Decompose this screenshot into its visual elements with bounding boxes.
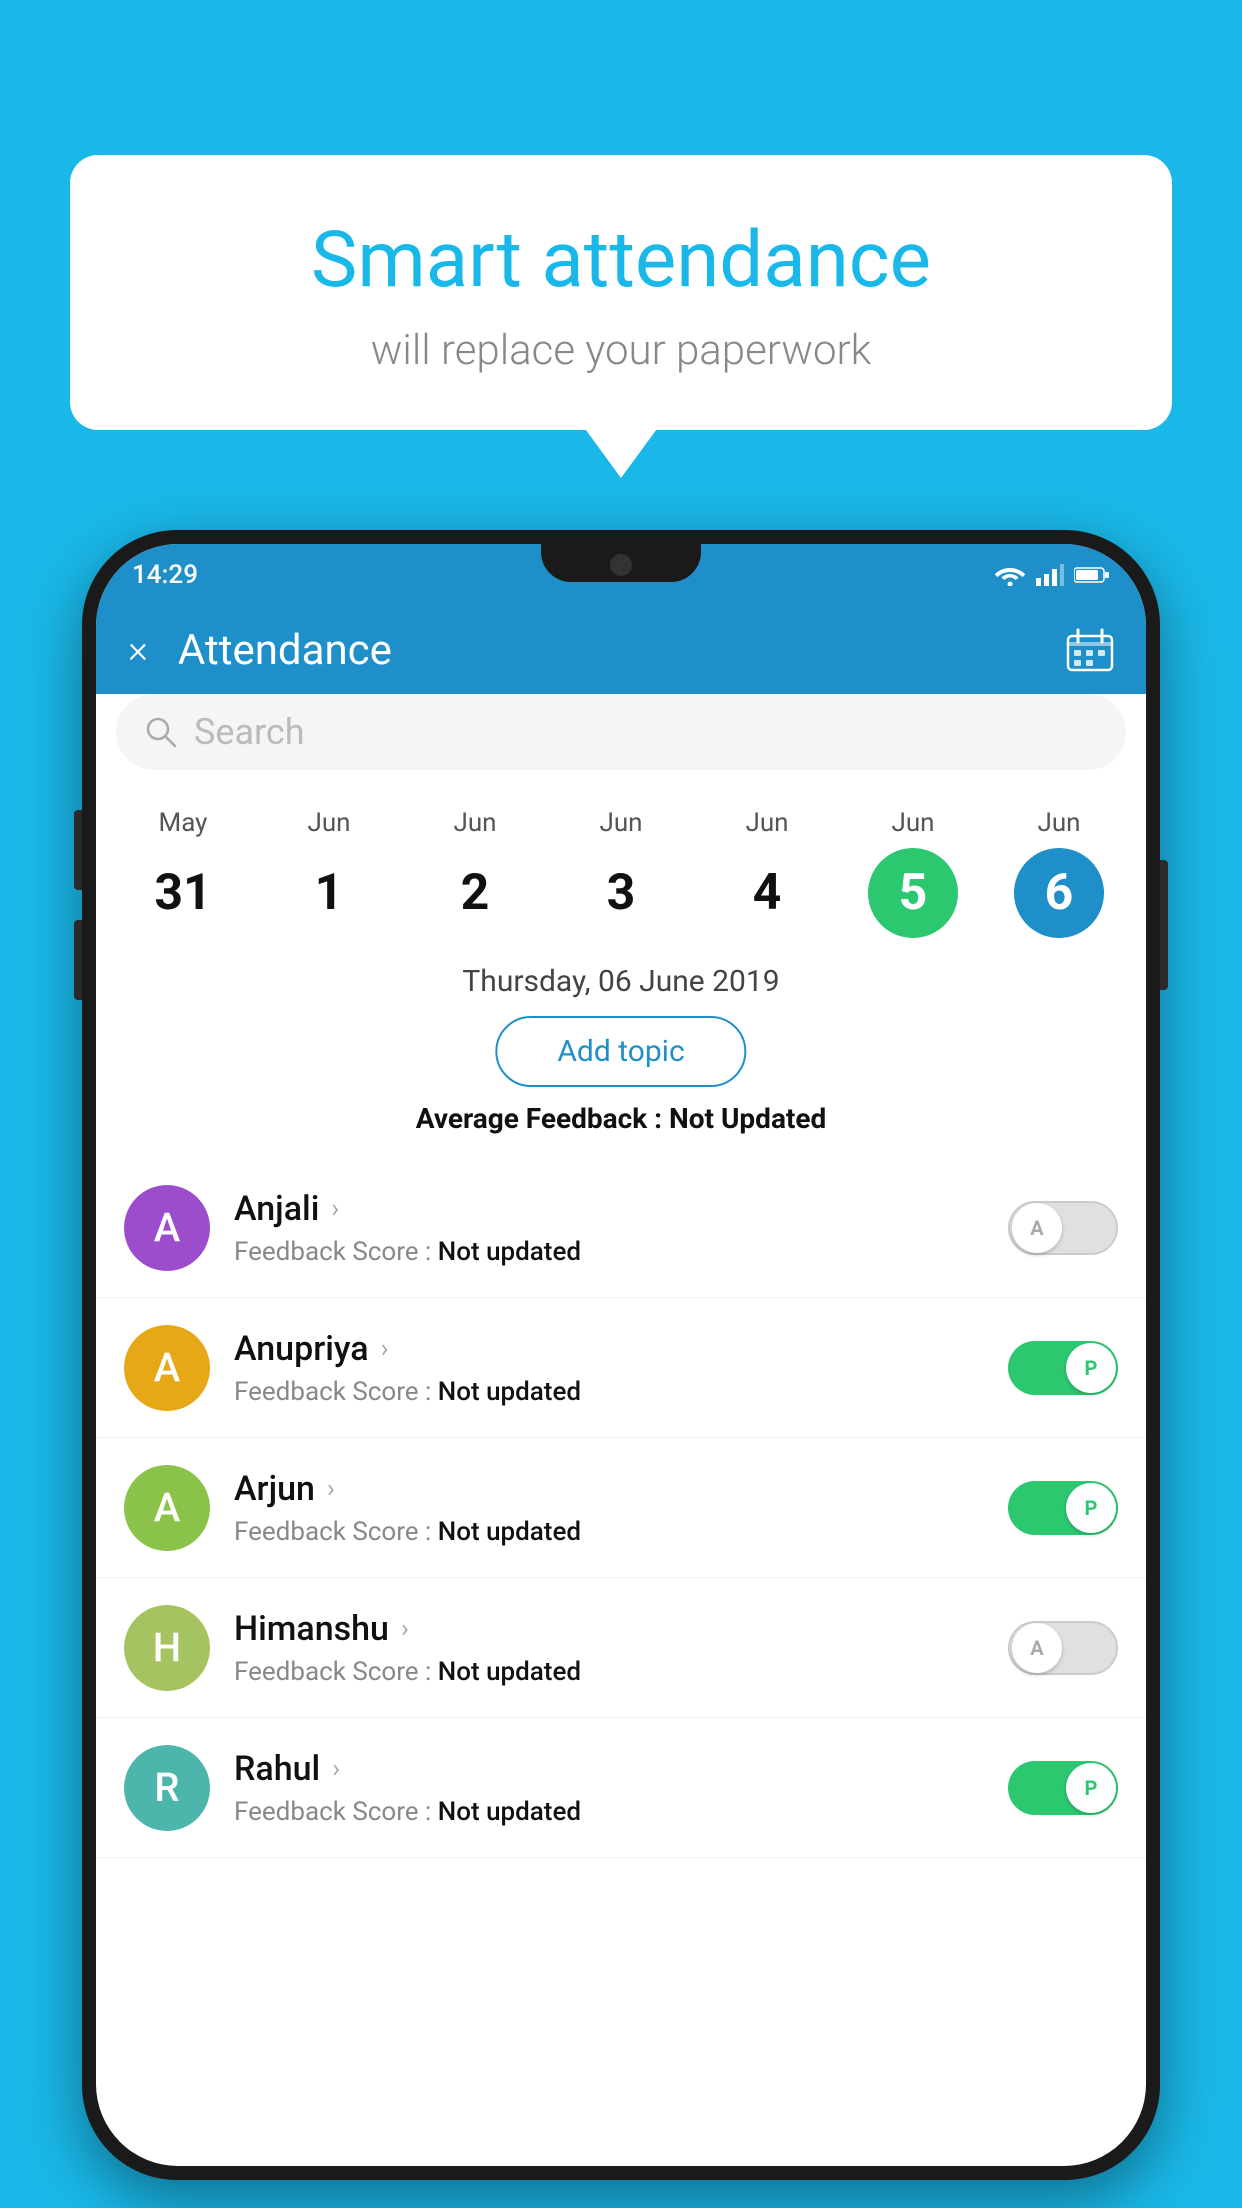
toggle-knob: A: [1012, 1203, 1062, 1253]
student-name: Anjali: [234, 1189, 319, 1229]
cal-date-label: 5: [868, 848, 958, 938]
battery-icon: [1074, 566, 1110, 584]
student-name: Rahul: [234, 1749, 320, 1789]
chevron-right-icon: ›: [327, 1474, 335, 1504]
header-title: Attendance: [178, 626, 1066, 675]
speech-bubble-subtitle: will replace your paperwork: [120, 326, 1122, 375]
search-placeholder: Search: [194, 711, 305, 753]
calendar-day[interactable]: Jun 1: [269, 808, 389, 938]
phone-notch: [541, 544, 701, 582]
avg-feedback: Average Feedback : Not Updated: [96, 1102, 1146, 1135]
status-icons: [994, 564, 1110, 586]
calendar-day[interactable]: Jun 6: [999, 808, 1119, 938]
cal-date-label: 2: [430, 848, 520, 938]
student-info: Anjali › Feedback Score : Not updated: [234, 1189, 1008, 1267]
student-name: Anupriya: [234, 1329, 369, 1369]
calendar-day[interactable]: Jun 5: [853, 808, 973, 938]
signal-icon: [1036, 564, 1064, 586]
student-list: A Anjali › Feedback Score : Not updated …: [96, 1158, 1146, 2166]
calendar-day[interactable]: Jun 3: [561, 808, 681, 938]
cal-month-label: Jun: [453, 808, 496, 838]
student-item[interactable]: A Anjali › Feedback Score : Not updated …: [96, 1158, 1146, 1298]
student-feedback: Feedback Score : Not updated: [234, 1517, 1008, 1547]
student-avatar: A: [124, 1185, 210, 1271]
volume-up-button[interactable]: [74, 810, 82, 890]
speech-bubble-title: Smart attendance: [120, 215, 1122, 306]
calendar-day[interactable]: May 31: [123, 808, 243, 938]
student-item[interactable]: A Anupriya › Feedback Score : Not update…: [96, 1298, 1146, 1438]
camera-icon: [610, 554, 632, 576]
student-item[interactable]: R Rahul › Feedback Score : Not updated P: [96, 1718, 1146, 1858]
student-avatar: H: [124, 1605, 210, 1691]
avg-feedback-label: Average Feedback :: [416, 1102, 669, 1135]
speech-bubble: Smart attendance will replace your paper…: [70, 155, 1172, 430]
student-avatar: A: [124, 1325, 210, 1411]
cal-date-label: 1: [284, 848, 374, 938]
chevron-right-icon: ›: [401, 1614, 409, 1644]
cal-date-label: 3: [576, 848, 666, 938]
wifi-icon: [994, 564, 1026, 586]
student-name: Himanshu: [234, 1609, 389, 1649]
toggle-knob: P: [1066, 1763, 1116, 1813]
app-header: × Attendance: [96, 606, 1146, 694]
attendance-toggle[interactable]: A: [1008, 1201, 1118, 1255]
student-info: Anupriya › Feedback Score : Not updated: [234, 1329, 1008, 1407]
student-feedback: Feedback Score : Not updated: [234, 1657, 1008, 1687]
cal-month-label: May: [159, 808, 208, 838]
chevron-right-icon: ›: [332, 1754, 340, 1784]
toggle-knob: A: [1012, 1623, 1062, 1673]
close-button[interactable]: ×: [128, 628, 148, 672]
calendar-day[interactable]: Jun 4: [707, 808, 827, 938]
cal-date-label: 31: [138, 848, 228, 938]
phone-frame: 14:29: [82, 530, 1160, 2180]
student-name: Arjun: [234, 1469, 315, 1509]
volume-down-button[interactable]: [74, 920, 82, 1000]
calendar-day[interactable]: Jun 2: [415, 808, 535, 938]
attendance-toggle[interactable]: P: [1008, 1341, 1118, 1395]
chevron-right-icon: ›: [381, 1334, 389, 1364]
calendar-strip: May 31 Jun 1 Jun 2 Jun 3 Jun 4 Jun 5 Jun…: [96, 788, 1146, 958]
attendance-toggle[interactable]: P: [1008, 1481, 1118, 1535]
student-item[interactable]: H Himanshu › Feedback Score : Not update…: [96, 1578, 1146, 1718]
cal-date-label: 4: [722, 848, 812, 938]
student-feedback: Feedback Score : Not updated: [234, 1377, 1008, 1407]
cal-month-label: Jun: [1037, 808, 1080, 838]
toggle-knob: P: [1066, 1483, 1116, 1533]
selected-date: Thursday, 06 June 2019: [96, 964, 1146, 999]
add-topic-button[interactable]: Add topic: [495, 1016, 746, 1087]
student-avatar: A: [124, 1465, 210, 1551]
chevron-right-icon: ›: [331, 1194, 339, 1224]
cal-month-label: Jun: [599, 808, 642, 838]
cal-date-label: 6: [1014, 848, 1104, 938]
student-avatar: R: [124, 1745, 210, 1831]
power-button[interactable]: [1160, 860, 1168, 990]
calendar-icon[interactable]: [1066, 628, 1114, 672]
phone-screen: 14:29: [96, 544, 1146, 2166]
attendance-toggle[interactable]: P: [1008, 1761, 1118, 1815]
search-bar[interactable]: Search: [116, 694, 1126, 770]
cal-month-label: Jun: [891, 808, 934, 838]
search-icon: [144, 715, 178, 749]
student-info: Himanshu › Feedback Score : Not updated: [234, 1609, 1008, 1687]
avg-feedback-value: Not Updated: [669, 1102, 826, 1135]
toggle-knob: P: [1066, 1343, 1116, 1393]
status-time: 14:29: [132, 560, 198, 590]
student-info: Rahul › Feedback Score : Not updated: [234, 1749, 1008, 1827]
student-item[interactable]: A Arjun › Feedback Score : Not updated P: [96, 1438, 1146, 1578]
cal-month-label: Jun: [307, 808, 350, 838]
cal-month-label: Jun: [745, 808, 788, 838]
student-info: Arjun › Feedback Score : Not updated: [234, 1469, 1008, 1547]
attendance-toggle[interactable]: A: [1008, 1621, 1118, 1675]
student-feedback: Feedback Score : Not updated: [234, 1237, 1008, 1267]
student-feedback: Feedback Score : Not updated: [234, 1797, 1008, 1827]
